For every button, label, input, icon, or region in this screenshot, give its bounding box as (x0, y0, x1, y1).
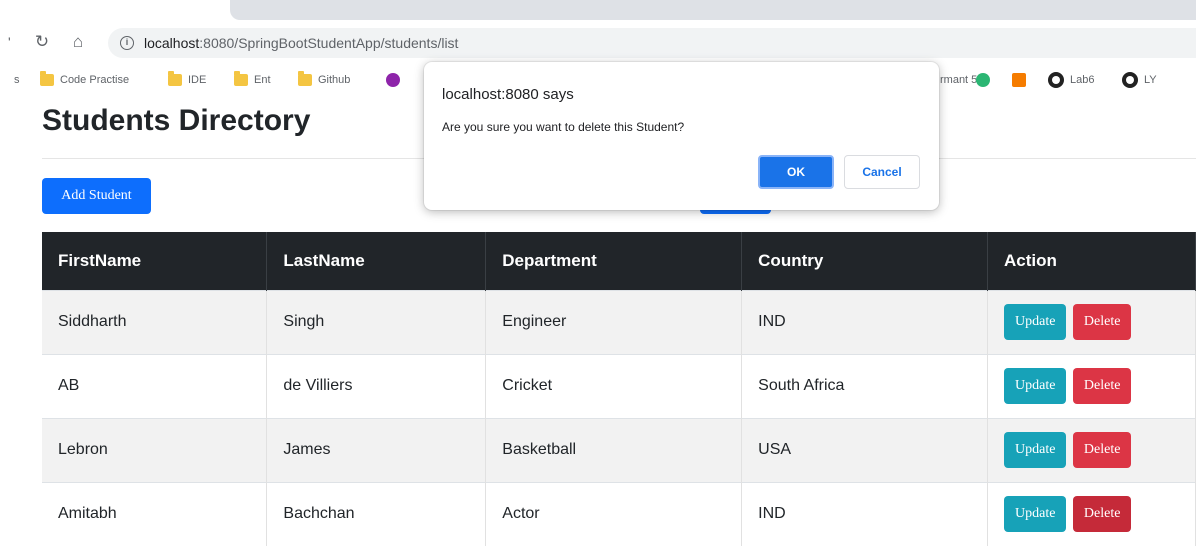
extension-icon (386, 73, 400, 87)
dialog-message: Are you sure you want to delete this Stu… (442, 120, 685, 134)
cancel-button[interactable]: Cancel (844, 155, 920, 189)
header-lastname: LastName (266, 232, 487, 290)
cell-firstname: Lebron (42, 417, 268, 482)
url-host: localhost (144, 35, 200, 51)
bookmark-rmant[interactable]: rmant 5 (940, 72, 977, 88)
github-icon (1048, 72, 1064, 88)
table-row: Amitabh Bachchan Actor IND Update Delete (42, 481, 1196, 546)
folder-icon (234, 71, 248, 86)
update-button[interactable]: Update (1004, 432, 1067, 468)
update-button[interactable]: Update (1004, 496, 1067, 533)
reload-icon[interactable]: ↻ (30, 30, 54, 54)
cell-actions: Update Delete (987, 289, 1196, 354)
address-bar[interactable]: i localhost:8080/SpringBootStudentApp/st… (108, 28, 1196, 58)
table-row: AB de Villiers Cricket South Africa Upda… (42, 353, 1196, 418)
folder-icon (298, 71, 312, 86)
cell-country: USA (741, 417, 989, 482)
update-button[interactable]: Update (1004, 304, 1067, 340)
cell-lastname: de Villiers (266, 353, 487, 418)
info-icon[interactable]: i (120, 36, 134, 50)
table-row: Lebron James Basketball USA Update Delet… (42, 417, 1196, 482)
tab-strip (230, 0, 1196, 20)
table-header-row: FirstName LastName Department Country Ac… (42, 232, 1196, 290)
grid-icon (1012, 73, 1026, 87)
folder-icon (40, 71, 54, 86)
cell-department: Engineer (485, 289, 743, 354)
delete-button[interactable]: Delete (1072, 368, 1132, 404)
cell-firstname: Siddharth (42, 289, 268, 354)
bookmark-purple[interactable] (386, 72, 400, 88)
bookmark-ide[interactable]: IDE (168, 71, 206, 88)
dialog-title: localhost:8080 says (442, 86, 574, 103)
cell-lastname: James (266, 417, 487, 482)
bookmark-ly[interactable]: LY (1122, 72, 1157, 88)
delete-button[interactable]: Delete (1072, 496, 1132, 533)
bookmark-ent[interactable]: Ent (234, 71, 271, 88)
cell-department: Basketball (485, 417, 743, 482)
cell-lastname: Bachchan (266, 481, 487, 546)
cell-firstname: AB (42, 353, 268, 418)
github-icon (1122, 72, 1138, 88)
folder-icon (168, 71, 182, 86)
bookmark-github[interactable]: Github (298, 71, 350, 88)
confirm-dialog: localhost:8080 says Are you sure you wan… (424, 62, 939, 210)
students-table: FirstName LastName Department Country Ac… (42, 232, 1196, 546)
bookmark-lab6[interactable]: Lab6 (1048, 72, 1094, 88)
header-firstname: FirstName (42, 232, 268, 290)
cell-department: Cricket (485, 353, 743, 418)
cell-department: Actor (485, 481, 743, 546)
browser-toolbar: ' ↻ ⌂ i localhost:8080/SpringBootStudent… (0, 20, 1196, 64)
cell-actions: Update Delete (987, 417, 1196, 482)
bookmark-orange[interactable] (1012, 72, 1026, 88)
page-title: Students Directory (42, 104, 311, 137)
cell-country: IND (741, 481, 989, 546)
header-action: Action (987, 232, 1196, 290)
header-country: Country (741, 232, 989, 290)
update-button[interactable]: Update (1004, 368, 1067, 404)
cell-actions: Update Delete (987, 481, 1196, 546)
cell-country: South Africa (741, 353, 989, 418)
bookmarks-prefix: s (14, 74, 20, 86)
table-row: Siddharth Singh Engineer IND Update Dele… (42, 289, 1196, 354)
delete-button[interactable]: Delete (1072, 304, 1132, 340)
cell-actions: Update Delete (987, 353, 1196, 418)
header-department: Department (485, 232, 743, 290)
chat-icon (976, 73, 990, 87)
ok-button[interactable]: OK (758, 155, 834, 189)
bookmark-code-practise[interactable]: Code Practise (40, 71, 129, 88)
add-student-button[interactable]: Add Student (42, 178, 151, 214)
back-button-fragment[interactable]: ' (8, 34, 11, 50)
url-path: :8080/SpringBootStudentApp/students/list (199, 35, 459, 51)
cell-firstname: Amitabh (42, 481, 268, 546)
bookmark-green[interactable] (976, 72, 990, 88)
delete-button[interactable]: Delete (1072, 432, 1132, 468)
home-icon[interactable]: ⌂ (66, 30, 90, 54)
cell-lastname: Singh (266, 289, 487, 354)
cell-country: IND (741, 289, 989, 354)
